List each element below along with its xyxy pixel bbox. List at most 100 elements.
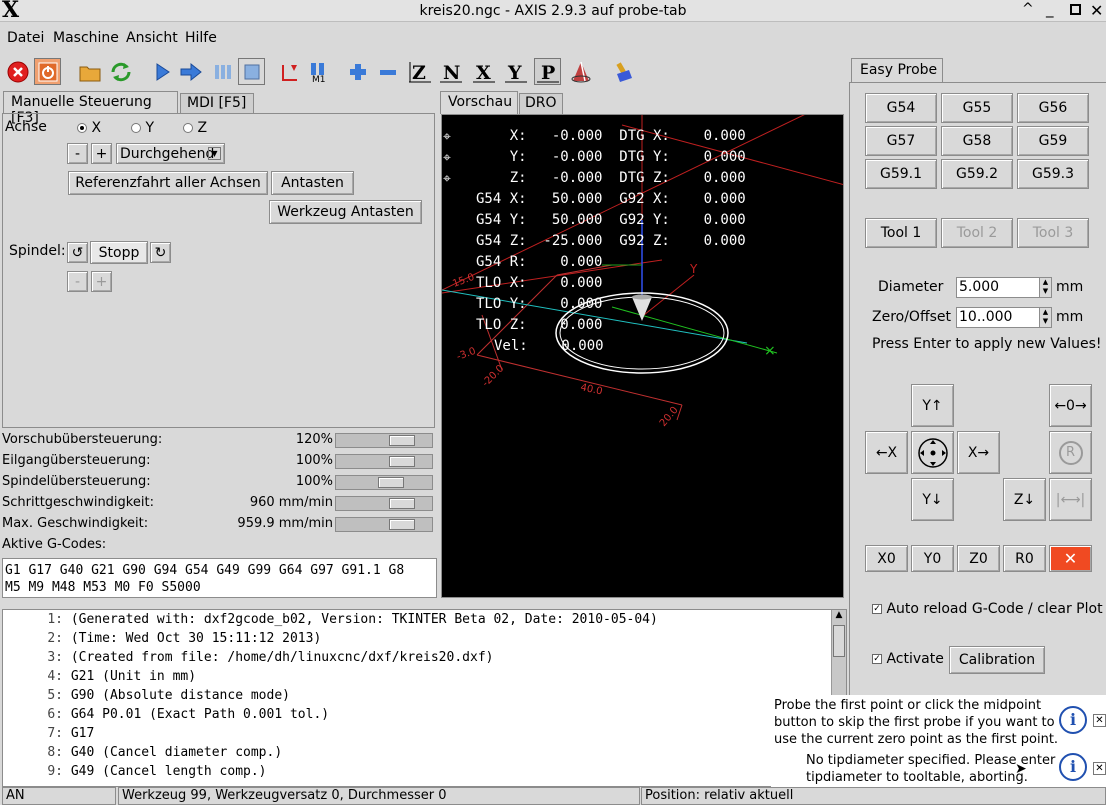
jog-minus-button[interactable]: - [67, 143, 88, 164]
menu-ansicht[interactable]: Ansicht [126, 30, 178, 46]
auto-reload-checkbox[interactable]: ✓ Auto reload G-Code / clear Plot [872, 601, 1103, 617]
scrollbar-thumb[interactable] [833, 625, 845, 657]
step-icon[interactable] [177, 58, 204, 85]
gcode-line[interactable]: 4: G21 (Unit in mm) [3, 669, 196, 688]
slider-thumb[interactable] [389, 435, 415, 446]
jog-plus-button[interactable]: + [91, 143, 112, 164]
diameter-spinbox[interactable]: 5.000 ▲ ▼ [956, 277, 1052, 298]
close-icon[interactable]: ✕ [1093, 714, 1106, 727]
chevron-up-icon[interactable]: ^ [1022, 1, 1034, 17]
offset-g58-button[interactable]: G58 [941, 126, 1013, 156]
gcode-line[interactable]: 5: G90 (Absolute distance mode) [3, 688, 290, 707]
menu-datei[interactable]: Datei [7, 30, 44, 46]
tab-mdi[interactable]: MDI [F5] [180, 93, 254, 114]
touchoff-icon[interactable] [276, 58, 303, 85]
touch-off-button[interactable]: Antasten [271, 171, 354, 195]
clear-plot-icon[interactable] [610, 58, 637, 85]
estop-icon[interactable] [4, 58, 31, 85]
tool-3-button[interactable]: Tool 3 [1017, 218, 1089, 248]
spindle-ccw-button[interactable]: ↺ [67, 242, 88, 263]
reload-icon[interactable] [107, 58, 134, 85]
run-icon[interactable] [148, 58, 175, 85]
spindle-stop-button[interactable]: Stopp [90, 241, 148, 264]
pause-icon[interactable] [208, 58, 235, 85]
offset-g59-button[interactable]: G59 [1017, 126, 1089, 156]
tab-manual[interactable]: Manuelle Steuerung [F3] [3, 91, 178, 126]
offset-g56-button[interactable]: G56 [1017, 93, 1089, 123]
slider-thumb[interactable] [378, 477, 404, 488]
home-all-button[interactable]: Referenzfahrt aller Achsen [68, 171, 268, 195]
view-p-icon[interactable]: P [534, 58, 561, 85]
gcode-line[interactable]: 9: G49 (Cancel length comp.) [3, 764, 266, 783]
slider-thumb[interactable] [389, 519, 415, 530]
spindle-cw-button[interactable]: ↻ [150, 242, 171, 263]
probe-center-button[interactable] [911, 431, 954, 474]
slider-thumb[interactable] [389, 498, 415, 509]
gcode-view[interactable]: 1: (Generated with: dxf2gcode_b02, Versi… [2, 609, 847, 787]
slider-thumb[interactable] [389, 456, 415, 467]
probe-y-minus-button[interactable]: Y↓ [911, 478, 954, 521]
offset-g59-1-button[interactable]: G59.1 [865, 159, 937, 189]
view-y-icon[interactable]: Y [502, 58, 529, 85]
view-z-icon[interactable]: Z [406, 58, 433, 85]
gcode-line[interactable]: 1: (Generated with: dxf2gcode_b02, Versi… [3, 612, 657, 631]
offset-g59-2-button[interactable]: G59.2 [941, 159, 1013, 189]
spin-arrows-icon[interactable]: ▲ ▼ [1039, 278, 1051, 297]
clear-button[interactable]: ✕ [1049, 545, 1092, 572]
power-icon[interactable] [34, 58, 61, 85]
close-icon[interactable]: ✕ [1090, 1, 1103, 20]
activate-checkbox[interactable]: ✓ Activate [872, 651, 944, 667]
tool-1-button[interactable]: Tool 1 [865, 218, 937, 248]
tool-2-button[interactable]: Tool 2 [941, 218, 1013, 248]
probe-width-button[interactable]: |⟷| [1049, 478, 1092, 521]
menu-hilfe[interactable]: Hilfe [185, 30, 217, 46]
stop-icon[interactable] [238, 58, 265, 85]
axis-radio-x[interactable]: X [77, 120, 101, 136]
tab-preview[interactable]: Vorschau [440, 91, 518, 114]
gcode-line[interactable]: 7: G17 [3, 726, 94, 745]
calibration-button[interactable]: Calibration [949, 646, 1045, 674]
probe-x-plus-button[interactable]: X→ [957, 431, 1000, 474]
gcode-line[interactable]: 6: G64 P0.01 (Exact Path 0.001 tol.) [3, 707, 329, 726]
axis-radio-y[interactable]: Y [131, 120, 154, 136]
override-slider[interactable] [335, 517, 433, 532]
probe-zero-button[interactable]: ←0→ [1049, 384, 1092, 427]
gcode-line[interactable]: 3: (Created from file: /home/dh/linuxcnc… [3, 650, 493, 669]
zero-offset-spinbox[interactable]: 10..000 ▲ ▼ [956, 307, 1052, 328]
zoom-in-icon[interactable] [344, 58, 371, 85]
spindle-plus-button[interactable]: + [91, 271, 112, 292]
spindle-minus-button[interactable]: - [67, 271, 88, 292]
tab-easy-probe[interactable]: Easy Probe [851, 58, 943, 83]
zero-y-button[interactable]: Y0 [911, 545, 954, 572]
tool-touch-off-button[interactable]: Werkzeug Antasten [269, 200, 422, 224]
probe-rotation-button[interactable]: R [1049, 431, 1092, 474]
override-slider[interactable] [335, 496, 433, 511]
probe-x-minus-button[interactable]: ←X [865, 431, 908, 474]
preview-plot[interactable]: × Y 15.0 -3.0 -20.0 40.0 20.0 ⌖ ⌖ ⌖ X: -… [441, 114, 844, 598]
override-slider[interactable] [335, 433, 433, 448]
open-icon[interactable] [76, 58, 103, 85]
close-icon[interactable]: ✕ [1093, 762, 1106, 775]
axis-radio-z[interactable]: Z [183, 120, 207, 136]
scroll-up-icon[interactable]: ▲ [832, 610, 846, 624]
spin-arrows-icon[interactable]: ▲ ▼ [1039, 308, 1051, 327]
m1-icon[interactable]: M1 [305, 58, 332, 85]
zero-x-button[interactable]: X0 [865, 545, 908, 572]
gcode-line[interactable]: 8: G40 (Cancel diameter comp.) [3, 745, 282, 764]
gcode-line[interactable]: 2: (Time: Wed Oct 30 15:11:12 2013) [3, 631, 321, 650]
view-x-icon[interactable]: X [470, 58, 497, 85]
offset-g54-button[interactable]: G54 [865, 93, 937, 123]
override-slider[interactable] [335, 454, 433, 469]
offset-g59-3-button[interactable]: G59.3 [1017, 159, 1089, 189]
maximize-icon[interactable] [1070, 4, 1081, 15]
menu-maschine[interactable]: Maschine [53, 30, 119, 46]
rotate-icon[interactable] [567, 58, 594, 85]
zero-z-button[interactable]: Z0 [957, 545, 1000, 572]
view-z2-icon[interactable]: N [437, 58, 464, 85]
probe-z-minus-button[interactable]: Z↓ [1003, 478, 1046, 521]
zero-r-button[interactable]: R0 [1003, 545, 1046, 572]
offset-g57-button[interactable]: G57 [865, 126, 937, 156]
tab-dro[interactable]: DRO [519, 93, 563, 114]
probe-y-plus-button[interactable]: Y↑ [911, 384, 954, 427]
offset-g55-button[interactable]: G55 [941, 93, 1013, 123]
